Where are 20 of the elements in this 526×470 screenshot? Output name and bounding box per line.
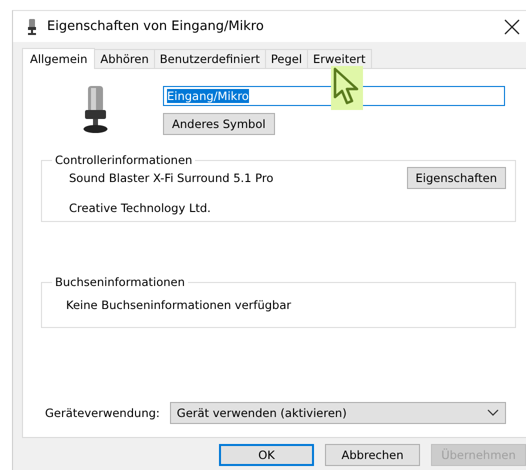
chevron-down-icon [487,409,499,417]
tab[interactable]: Pegel [264,49,308,68]
jack-info-text: Keine Buchseninformationen verfügbar [66,298,292,312]
device-name: Sound Blaster X-Fi Surround 5.1 Pro [69,171,274,185]
window-title: Eigenschaften von Eingang/Mikro [47,19,265,34]
device-usage-dropdown[interactable]: Gerät verwenden (aktivieren) [170,402,506,424]
microphone-icon [27,18,37,34]
mouse-pointer-icon [331,66,363,110]
close-icon[interactable] [502,16,522,36]
change-icon-button[interactable]: Anderes Symbol [163,113,275,135]
group-title: Buchseninformationen [52,275,188,289]
name-field[interactable]: Eingang/Mikro [163,86,505,106]
group-title: Controllerinformationen [52,153,196,167]
properties-button[interactable]: Eigenschaften [406,167,506,189]
tab[interactable]: Allgemein [22,48,96,69]
tab[interactable]: Erweitert [307,49,372,68]
dialog-button[interactable]: Abbrechen [325,444,420,466]
vendor-name: Creative Technology Ltd. [69,201,212,215]
device-usage-label: Geräteverwendung: [45,406,160,420]
dialog-button[interactable]: OK [219,444,314,466]
